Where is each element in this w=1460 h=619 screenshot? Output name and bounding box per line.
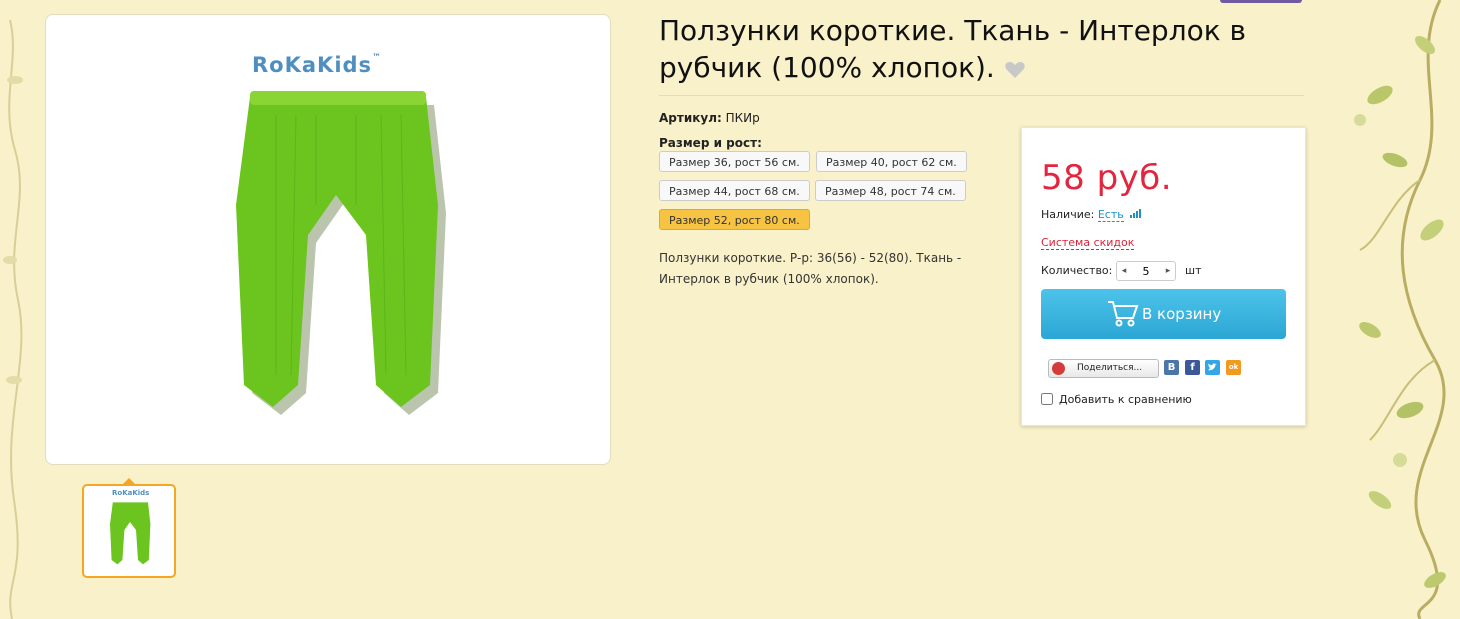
discount-system-link[interactable]: Система скидок bbox=[1041, 236, 1135, 250]
size-label: Размер и рост: bbox=[659, 136, 762, 150]
brand-logo-text: RoKaKids bbox=[252, 53, 373, 77]
size-option-52-selected[interactable]: Размер 52, рост 80 см. bbox=[659, 209, 810, 230]
size-option-40[interactable]: Размер 40, рост 62 см. bbox=[816, 151, 967, 172]
main-product-image[interactable]: RoKaKids™ bbox=[45, 14, 611, 465]
right-floral-decoration bbox=[1354, 0, 1446, 619]
price: 58 руб. bbox=[1041, 158, 1173, 198]
cart-icon bbox=[1108, 301, 1139, 327]
signal-bars-icon bbox=[1130, 209, 1142, 218]
thumbnail-photo bbox=[110, 502, 151, 565]
availability: Наличие: Есть bbox=[1041, 208, 1144, 222]
brand-logo: RoKaKids™ bbox=[252, 53, 383, 77]
share-icon bbox=[1052, 362, 1065, 375]
quantity-label: Количество: bbox=[1041, 264, 1113, 277]
product-thumbnail[interactable]: RoKaKids bbox=[82, 484, 176, 578]
product-title-text: Ползунки короткие. Ткань - Интерлок в ру… bbox=[659, 14, 1247, 84]
product-photo bbox=[236, 91, 446, 415]
product-title: Ползунки короткие. Ткань - Интерлок в ру… bbox=[659, 12, 1269, 86]
sku: Артикул: ПКИр bbox=[659, 111, 760, 125]
size-option-36[interactable]: Размер 36, рост 56 см. bbox=[659, 151, 810, 172]
twitter-icon[interactable] bbox=[1205, 360, 1220, 375]
compare-checkbox[interactable] bbox=[1041, 393, 1053, 405]
purchase-panel: 58 руб. Наличие: Есть Система скидок Кол… bbox=[1021, 127, 1306, 426]
sku-value: ПКИр bbox=[725, 111, 760, 125]
quantity-unit: шт bbox=[1185, 264, 1202, 277]
sku-label: Артикул: bbox=[659, 111, 722, 125]
add-to-cart-button[interactable]: В корзину bbox=[1041, 289, 1286, 339]
compare-label[interactable]: Добавить к сравнению bbox=[1059, 393, 1192, 406]
size-option-48[interactable]: Размер 48, рост 74 см. bbox=[815, 180, 966, 201]
left-floral-decoration bbox=[3, 19, 23, 619]
availability-value[interactable]: Есть bbox=[1097, 208, 1124, 222]
header-bar-edge bbox=[1220, 0, 1302, 3]
add-to-cart-label: В корзину bbox=[1142, 305, 1222, 323]
title-divider bbox=[659, 95, 1304, 96]
quantity-stepper: ◂ ▸ bbox=[1116, 261, 1176, 281]
vk-icon[interactable]: В bbox=[1164, 360, 1179, 375]
heart-icon[interactable] bbox=[1005, 61, 1025, 78]
product-description: Ползунки короткие. Р-р: 36(56) - 52(80).… bbox=[659, 251, 962, 286]
share-label: Поделиться... bbox=[1077, 363, 1143, 373]
size-option-44[interactable]: Размер 44, рост 68 см. bbox=[659, 180, 810, 201]
quantity-input[interactable] bbox=[1131, 262, 1161, 280]
availability-label: Наличие: bbox=[1041, 208, 1095, 221]
thumbnail-logo: RoKaKids bbox=[112, 489, 150, 497]
quantity-decrease-icon[interactable]: ◂ bbox=[1117, 262, 1131, 280]
odnoklassniki-icon[interactable]: ok bbox=[1226, 360, 1241, 375]
facebook-icon[interactable]: f bbox=[1185, 360, 1200, 375]
quantity-increase-icon[interactable]: ▸ bbox=[1161, 262, 1175, 280]
share-button[interactable]: Поделиться... bbox=[1048, 359, 1159, 378]
